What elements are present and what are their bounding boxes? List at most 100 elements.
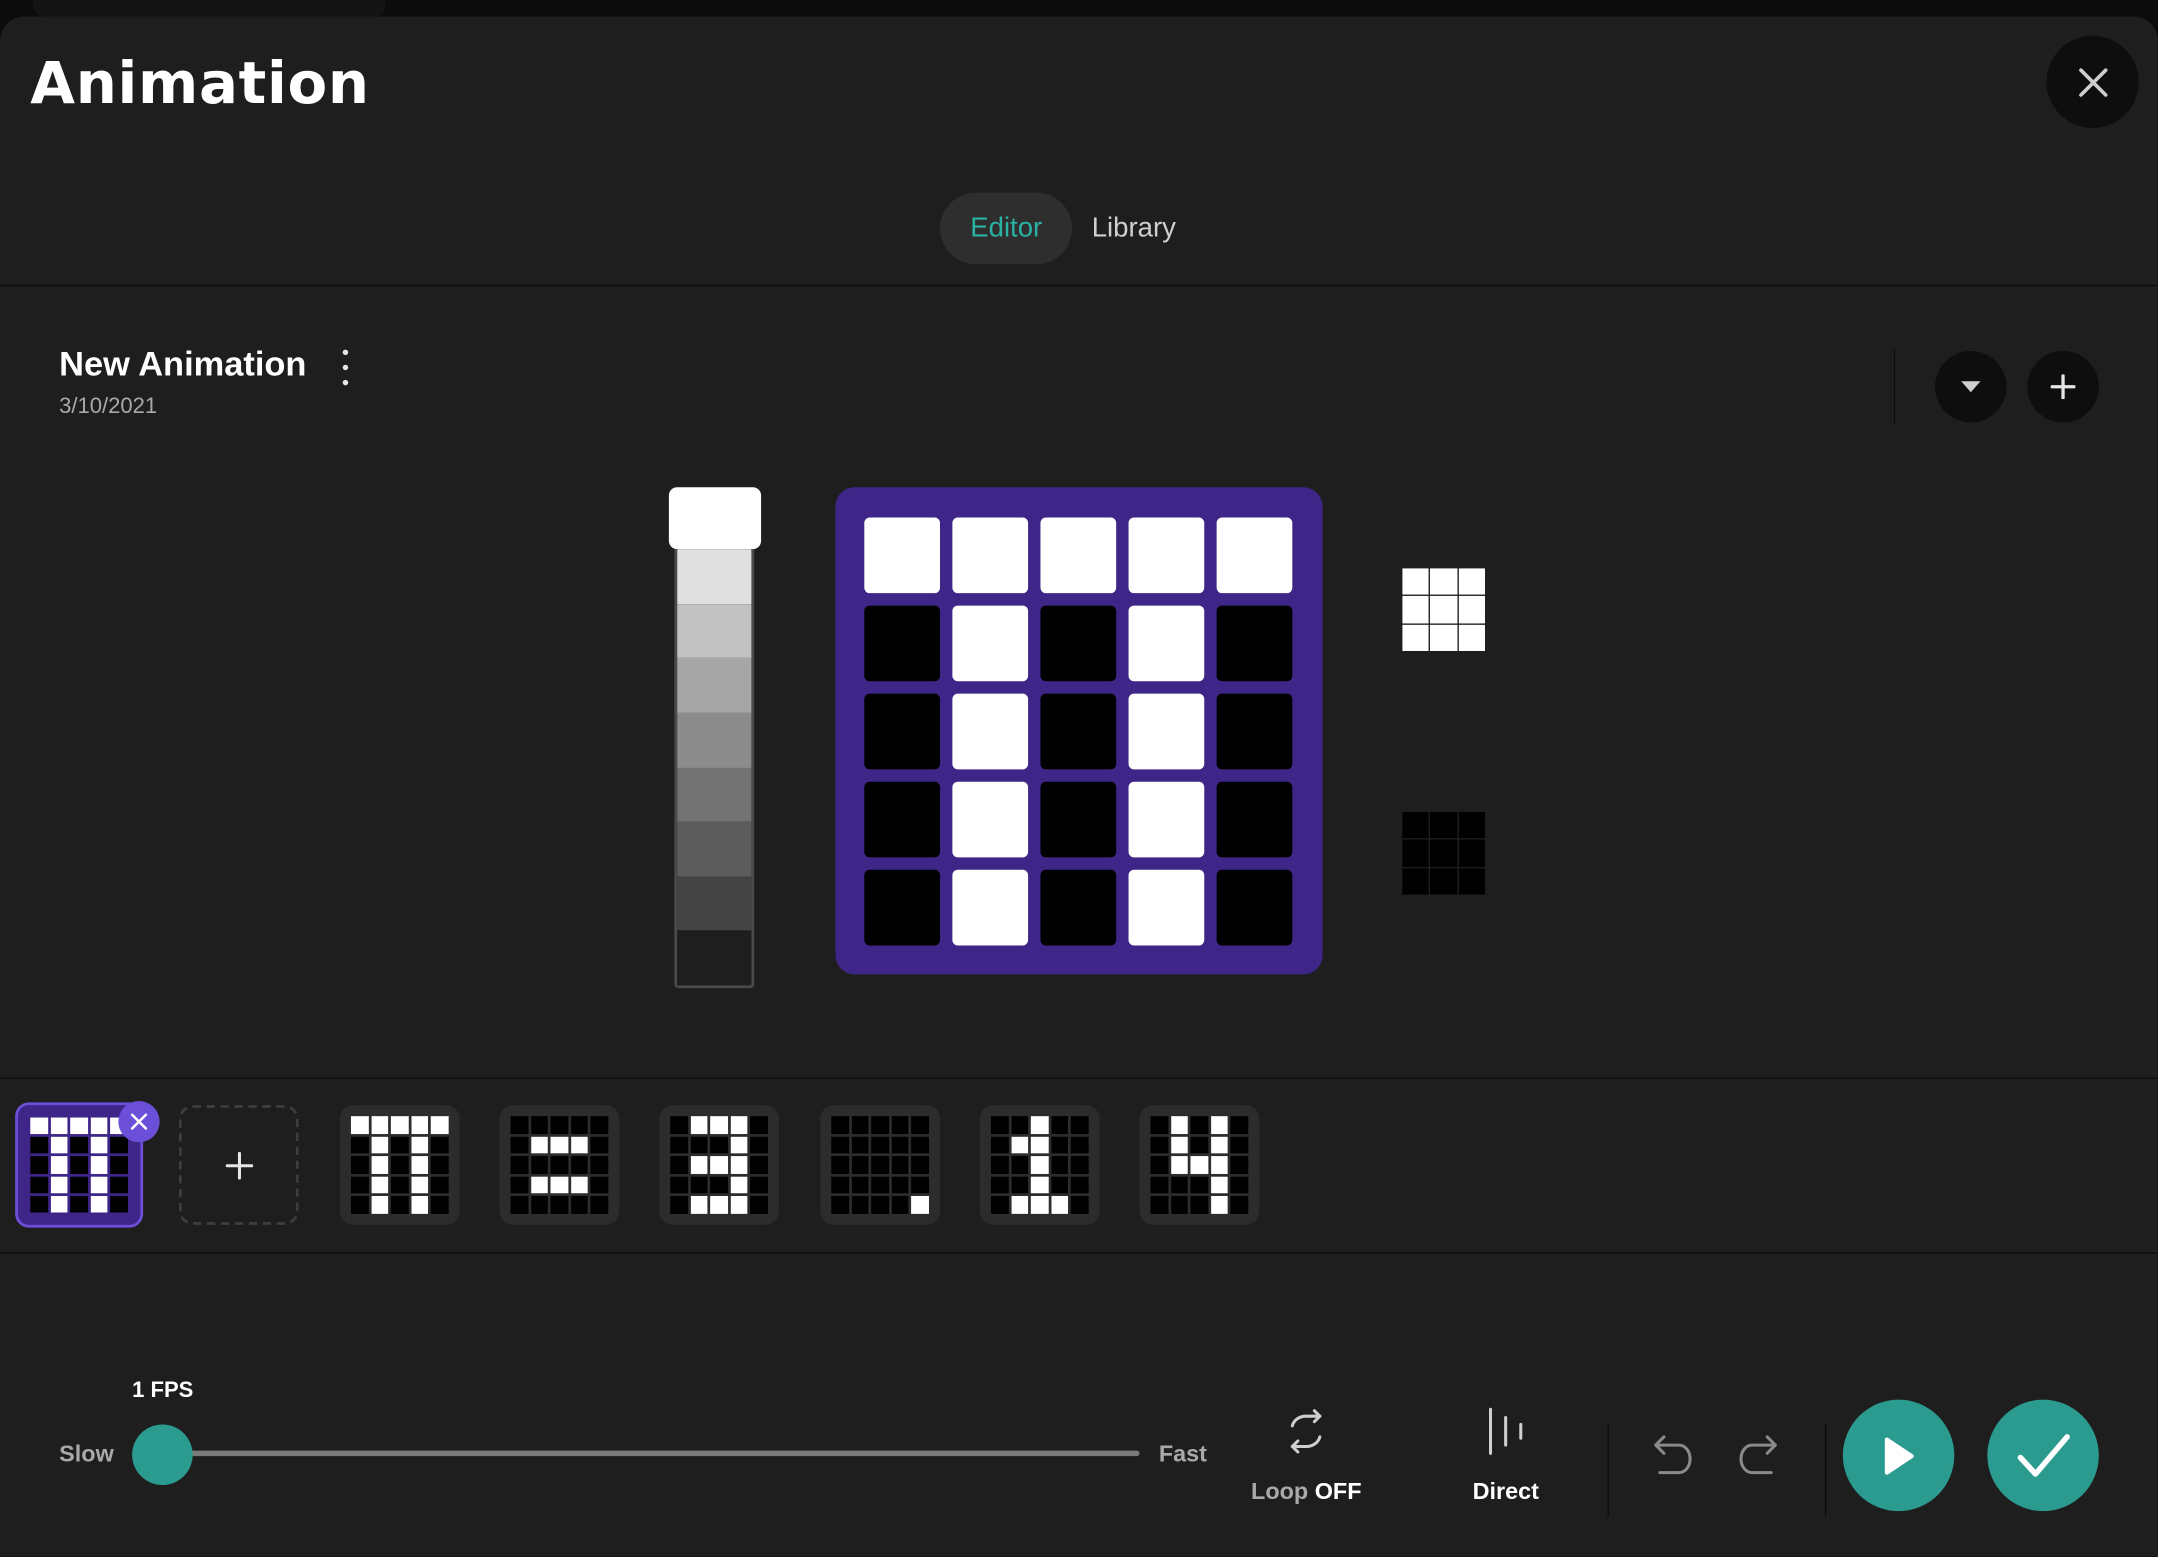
brightness-level-6[interactable] — [677, 876, 752, 931]
dropdown-button[interactable] — [1935, 350, 2007, 423]
redo-button[interactable] — [1738, 1429, 1785, 1490]
preset-all-on[interactable] — [1402, 568, 1486, 651]
preset-cell — [1430, 812, 1458, 839]
preset-cell — [1430, 839, 1458, 867]
frame-pixel — [1011, 1176, 1029, 1194]
loop-button[interactable] — [1281, 1408, 1331, 1460]
speed-slider-thumb[interactable] — [132, 1424, 193, 1486]
matrix-cell-2-4[interactable] — [1216, 693, 1293, 770]
matrix-cell-4-1[interactable] — [952, 869, 1029, 946]
matrix-cell-3-2[interactable] — [1040, 781, 1117, 858]
frame-pixel — [70, 1156, 88, 1174]
brightness-handle[interactable] — [668, 487, 762, 550]
matrix-cell-4-0[interactable] — [864, 869, 940, 946]
matrix-cell-2-3[interactable] — [1128, 693, 1205, 770]
loop-toggle[interactable]: Loop OFF — [1251, 1478, 1361, 1506]
matrix-cell-1-0[interactable] — [864, 605, 940, 682]
frame-pixel — [510, 1156, 528, 1174]
frame-pixel — [570, 1196, 589, 1214]
direction-icon — [1488, 1407, 1523, 1455]
matrix-cell-2-0[interactable] — [864, 693, 940, 770]
frame-thumbnail-3[interactable] — [499, 1105, 620, 1225]
frame-pixel — [670, 1176, 688, 1194]
frames-bottom-divider — [0, 1252, 2158, 1254]
frame-pixel — [530, 1156, 549, 1174]
direction-label[interactable]: Direct — [1473, 1478, 1539, 1506]
matrix-cell-0-3[interactable] — [1128, 517, 1205, 594]
frame-thumbnail-6[interactable] — [979, 1105, 1100, 1225]
brightness-slider[interactable] — [674, 546, 755, 989]
delete-frame-button[interactable] — [118, 1101, 160, 1143]
frame-pixel — [350, 1116, 369, 1134]
frame-pixel — [1190, 1196, 1209, 1214]
preset-cell — [1458, 596, 1486, 623]
speed-slider-track[interactable] — [162, 1450, 1140, 1457]
add-animation-button[interactable] — [2027, 350, 2099, 423]
frame-pixel — [911, 1156, 929, 1174]
slow-label: Slow — [59, 1440, 114, 1468]
matrix-cell-1-3[interactable] — [1128, 605, 1205, 682]
matrix-cell-2-2[interactable] — [1040, 693, 1117, 770]
loop-state: OFF — [1314, 1478, 1362, 1505]
close-button[interactable] — [2046, 35, 2139, 128]
matrix-cell-2-1[interactable] — [952, 693, 1029, 770]
frame-pixel — [750, 1176, 768, 1194]
matrix-cell-4-2[interactable] — [1040, 869, 1117, 946]
frame-thumbnail-4[interactable] — [659, 1105, 779, 1225]
direction-button[interactable] — [1486, 1407, 1527, 1462]
frame-pixel — [90, 1195, 108, 1213]
frame-pixel — [411, 1116, 429, 1134]
add-frame-button[interactable] — [178, 1105, 299, 1225]
brightness-level-4[interactable] — [677, 767, 752, 822]
brightness-level-5[interactable] — [677, 821, 752, 877]
matrix-cell-0-2[interactable] — [1040, 517, 1117, 594]
frame-thumbnail-7[interactable] — [1139, 1105, 1260, 1225]
brightness-level-7[interactable] — [677, 930, 752, 986]
controls-divider-2 — [1824, 1423, 1827, 1517]
matrix-cell-4-4[interactable] — [1216, 869, 1293, 946]
brightness-level-2[interactable] — [677, 658, 752, 713]
frame-pixel — [90, 1156, 108, 1174]
background-window-strip — [0, 0, 2158, 17]
frame-pixel — [30, 1156, 48, 1174]
matrix-cell-1-2[interactable] — [1040, 605, 1117, 682]
app-stage: Animation Editor Library New Animation 3… — [0, 0, 2158, 1557]
matrix-cell-0-0[interactable] — [864, 517, 940, 594]
frame-pixel — [431, 1136, 449, 1154]
frame-pixel — [1150, 1196, 1168, 1214]
frame-pixel — [891, 1196, 909, 1214]
frame-pixel — [990, 1156, 1009, 1174]
frame-pixel — [750, 1196, 768, 1214]
undo-icon — [1654, 1435, 1692, 1475]
brightness-level-3[interactable] — [677, 712, 752, 768]
frame-pixel — [831, 1196, 849, 1214]
preset-all-off[interactable] — [1402, 812, 1486, 895]
more-vertical-icon[interactable] — [336, 349, 355, 386]
brightness-level-1[interactable] — [677, 603, 752, 659]
frame-pixel — [1190, 1156, 1209, 1174]
matrix-cell-4-3[interactable] — [1128, 869, 1205, 946]
matrix-cell-1-1[interactable] — [952, 605, 1029, 682]
tab-editor[interactable]: Editor — [939, 192, 1073, 265]
frame-pixel — [70, 1195, 88, 1213]
view-tabs: Editor Library — [939, 192, 1195, 265]
frame-pixel — [1230, 1116, 1249, 1134]
frame-pixel — [1071, 1176, 1089, 1194]
matrix-cell-3-1[interactable] — [952, 781, 1029, 858]
frame-pixel — [1150, 1156, 1168, 1174]
play-button[interactable] — [1842, 1399, 1955, 1512]
matrix-cell-3-0[interactable] — [864, 781, 940, 858]
matrix-cell-1-4[interactable] — [1216, 605, 1293, 682]
frame-pixel — [30, 1195, 48, 1213]
matrix-cell-0-4[interactable] — [1216, 517, 1293, 594]
matrix-cell-3-3[interactable] — [1128, 781, 1205, 858]
brightness-level-0[interactable] — [677, 549, 752, 604]
frame-thumbnail-2[interactable] — [339, 1105, 460, 1225]
undo-button[interactable] — [1646, 1429, 1693, 1490]
confirm-button[interactable] — [1987, 1399, 2099, 1512]
tab-library[interactable]: Library — [1072, 193, 1195, 265]
matrix-cell-0-1[interactable] — [952, 517, 1029, 594]
frame-thumbnail-5[interactable] — [820, 1105, 940, 1225]
matrix-cell-3-4[interactable] — [1216, 781, 1293, 858]
frame-pixel — [1190, 1136, 1209, 1154]
